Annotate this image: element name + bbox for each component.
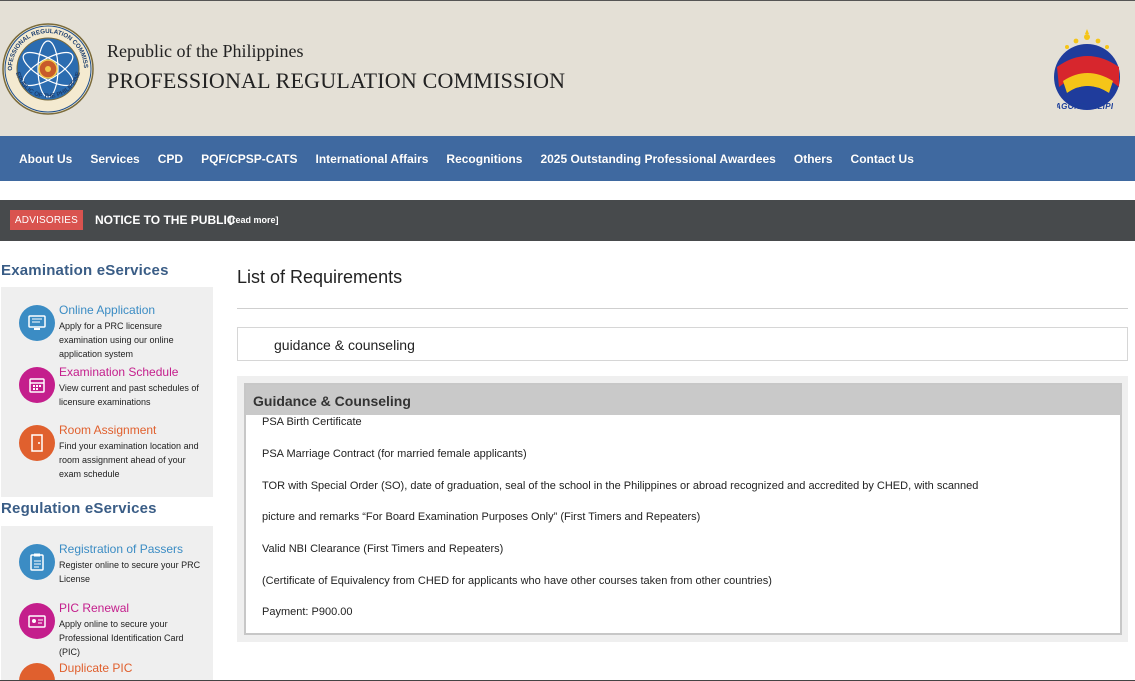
requirement-item: TOR with Special Order (SO), date of gra… <box>262 480 979 492</box>
prc-seal-logo[interactable]: PROFESSIONAL REGULATION COMMISSION REPUB… <box>2 23 94 115</box>
requirement-item: PSA Birth Certificate <box>262 416 362 428</box>
id-card-copy-icon <box>19 663 55 681</box>
service-title[interactable]: Examination Schedule <box>59 365 178 379</box>
results-panel: Guidance & Counseling PSA Birth Certific… <box>237 376 1128 642</box>
clipboard-icon <box>19 544 55 580</box>
result-card-title: Guidance & Counseling <box>253 393 411 409</box>
id-card-icon <box>19 603 55 639</box>
calendar-icon <box>19 367 55 403</box>
read-more-link[interactable]: [read more] <box>229 215 279 225</box>
page-title: List of Requirements <box>237 267 403 287</box>
requirement-item: picture and remarks “For Board Examinati… <box>262 511 701 523</box>
monitor-icon <box>19 305 55 341</box>
title-divider <box>237 308 1128 309</box>
service-desc: Register online to secure your PRC Licen… <box>59 560 201 584</box>
search-input-value: guidance & counseling <box>274 337 415 353</box>
service-title[interactable]: Room Assignment <box>59 423 156 437</box>
advisories-badge: ADVISORIES <box>10 210 83 230</box>
nav-contact-us[interactable]: Contact Us <box>842 152 923 166</box>
service-desc: Apply for a PRC licensure examination us… <box>59 321 174 359</box>
requirement-item: (Certificate of Equivalency from CHED fo… <box>262 575 772 587</box>
requirement-item: Valid NBI Clearance (First Timers and Re… <box>262 543 504 555</box>
site-header: PROFESSIONAL REGULATION COMMISSION REPUB… <box>0 1 1135 136</box>
door-icon <box>19 425 55 461</box>
examination-eservices-heading: Examination eServices <box>1 262 169 279</box>
result-card-header[interactable]: Guidance & Counseling <box>246 385 1120 415</box>
regulation-eservices-heading: Regulation eServices <box>1 500 157 517</box>
header-subtitle: Republic of the Philippines <box>107 41 304 61</box>
nav-services[interactable]: Services <box>81 152 148 166</box>
nav-about-us[interactable]: About Us <box>10 152 81 166</box>
main-nav: About Us Services CPD PQF/CPSP-CATS Inte… <box>0 136 1135 181</box>
service-desc: View current and past schedules of licen… <box>59 383 199 407</box>
service-title[interactable]: Duplicate PIC <box>59 661 132 675</box>
header-title: PROFESSIONAL REGULATION COMMISSION <box>107 68 566 93</box>
result-card: Guidance & Counseling PSA Birth Certific… <box>244 383 1122 635</box>
nav-international-affairs[interactable]: International Affairs <box>307 152 438 166</box>
nav-recognitions[interactable]: Recognitions <box>437 152 531 166</box>
advisory-bar: ADVISORIES NOTICE TO THE PUBLIC [read mo… <box>0 200 1135 241</box>
nav-cpd[interactable]: CPD <box>149 152 192 166</box>
notice-title[interactable]: NOTICE TO THE PUBLIC <box>95 213 235 227</box>
service-title[interactable]: PIC Renewal <box>59 601 129 615</box>
service-title[interactable]: Online Application <box>59 303 155 317</box>
requirements-search-input[interactable]: guidance & counseling <box>237 327 1128 361</box>
requirement-item: PSA Marriage Contract (for married femal… <box>262 448 527 460</box>
nav-others[interactable]: Others <box>785 152 842 166</box>
examination-eservices-panel: Online Application Apply for a PRC licen… <box>1 287 213 497</box>
bagong-pilipinas-text: BAGONG PILIPINAS <box>1057 102 1113 111</box>
requirement-item: Payment: P900.00 <box>262 606 353 618</box>
regulation-eservices-panel: Registration of Passers Register online … <box>1 526 213 681</box>
service-desc: Find your examination location and room … <box>59 441 199 479</box>
service-desc: Apply online to secure your Professional… <box>59 619 184 657</box>
nav-pqf-cpsp-cats[interactable]: PQF/CPSP-CATS <box>192 152 306 166</box>
service-title[interactable]: Registration of Passers <box>59 542 183 556</box>
nav-outstanding-awardees[interactable]: 2025 Outstanding Professional Awardees <box>531 152 784 166</box>
